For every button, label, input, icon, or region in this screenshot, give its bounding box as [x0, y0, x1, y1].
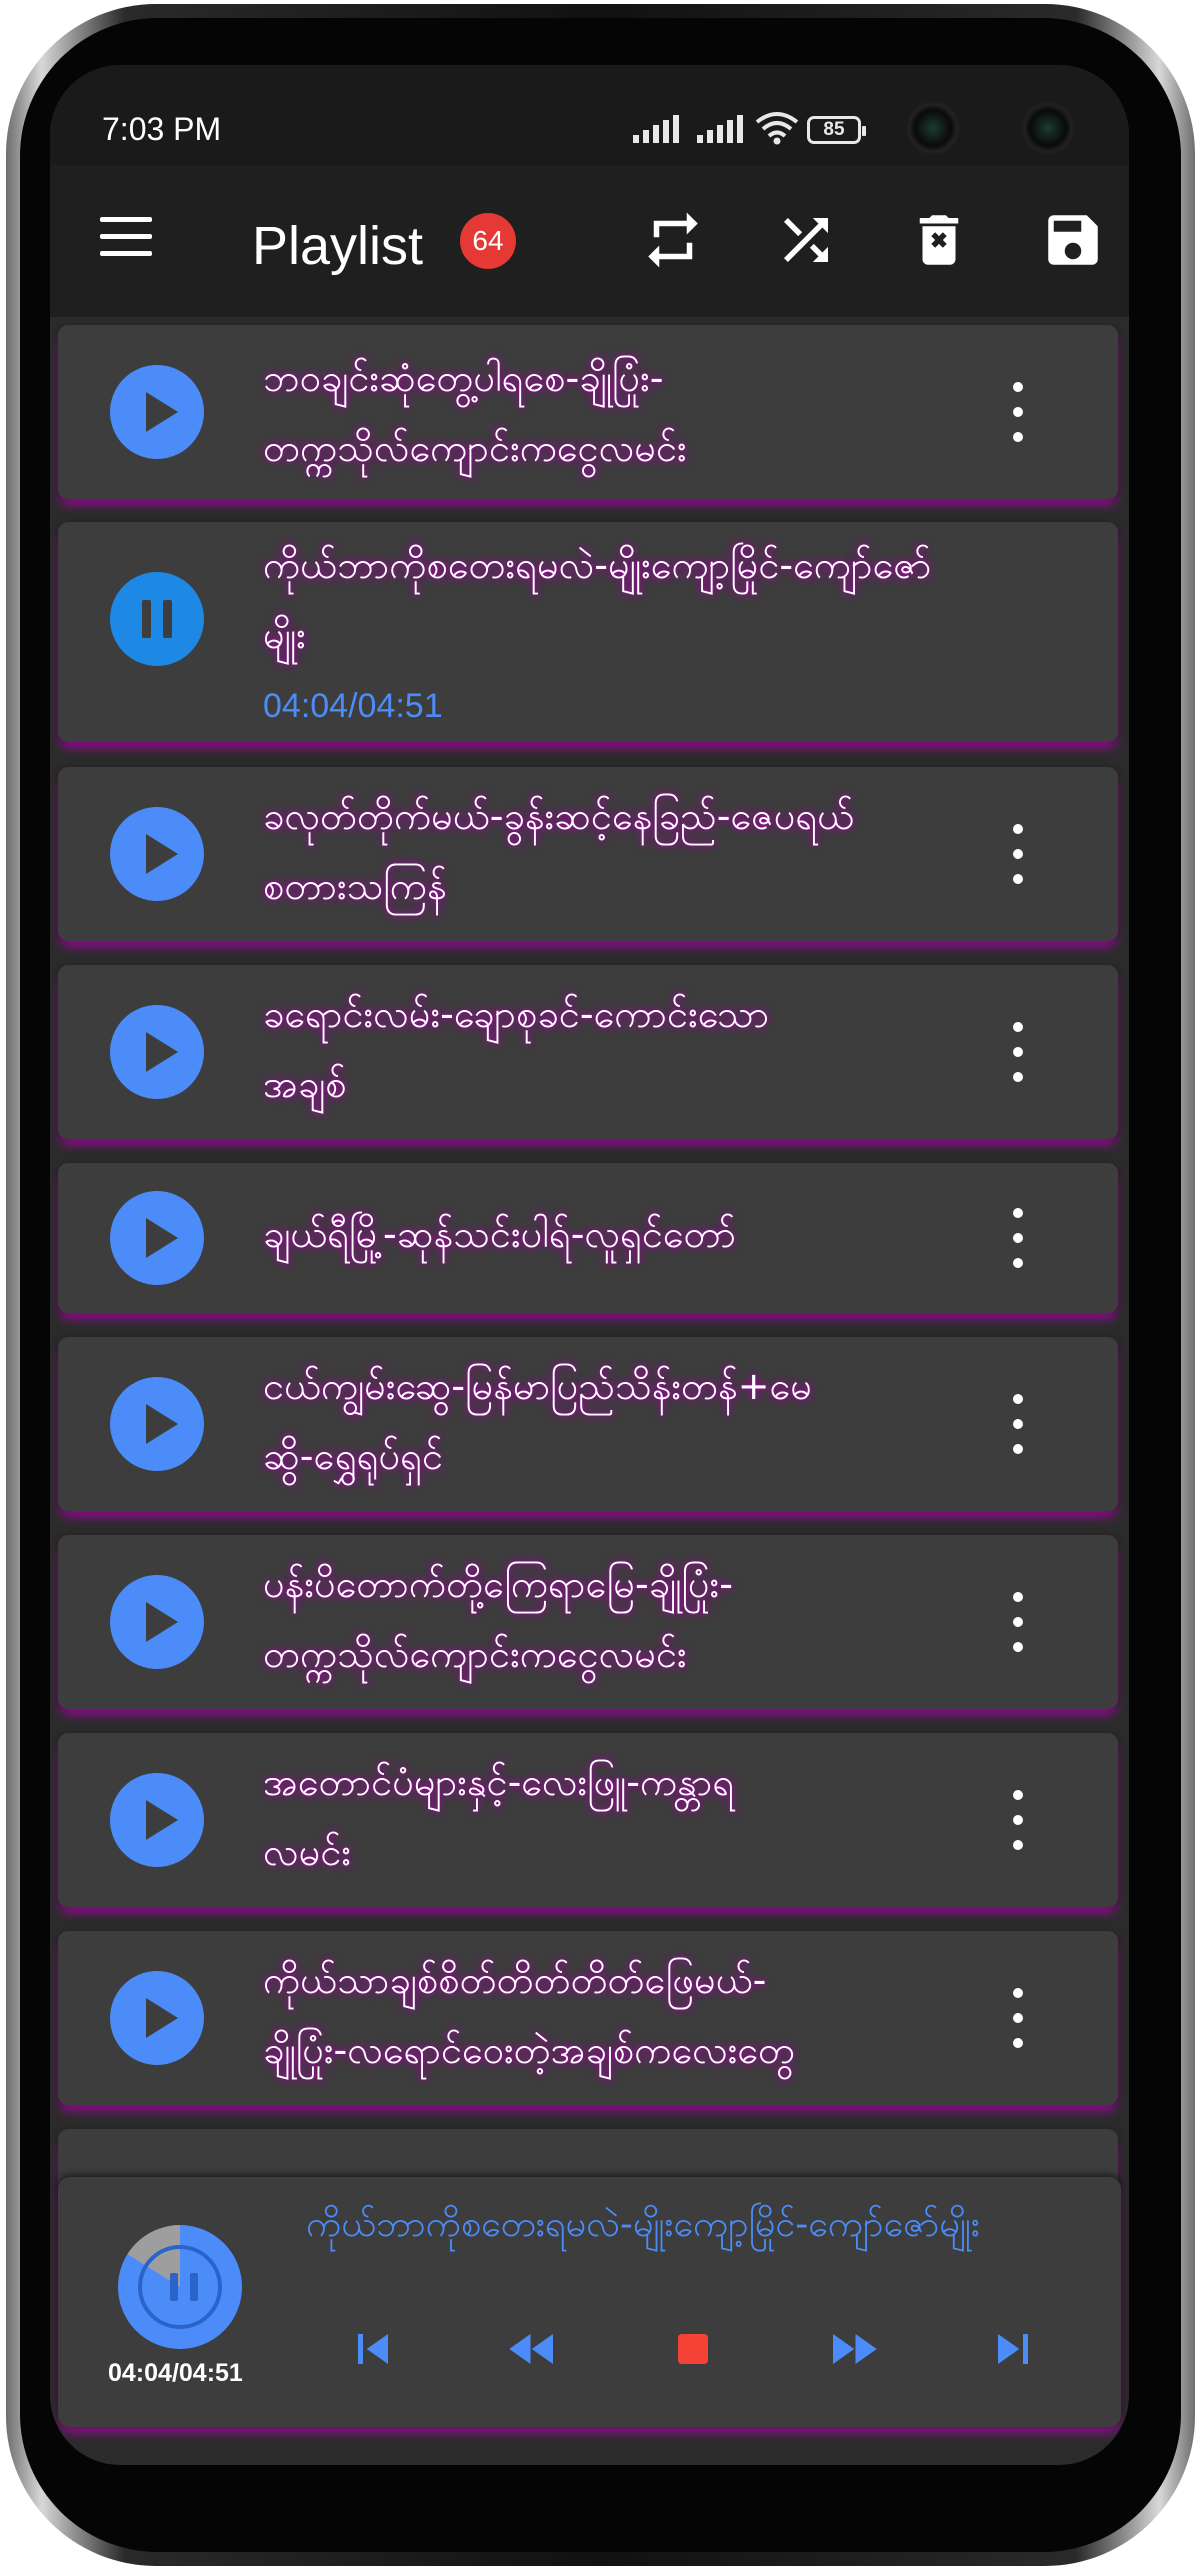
more-options-icon[interactable] — [998, 1208, 1038, 1268]
battery-icon: 85 — [807, 116, 866, 144]
play-icon[interactable] — [110, 1377, 204, 1471]
shuffle-icon[interactable] — [773, 207, 839, 273]
list-item[interactable]: ငယ်ကျွမ်းဆွေ-မြန်မာပြည်သိန်းတန်+မေ ဆွိ-ရ… — [58, 1337, 1118, 1511]
app-screen: 7:03 PM 85 Playlist 64 ဘဝချင်းဆုံတွေ့ပါရ… — [50, 65, 1129, 2465]
song-title-line: အတောင်ပံများနှင့်-လေးဖြူ-ကန္တာရ — [263, 1760, 735, 1804]
play-icon[interactable] — [110, 1971, 204, 2065]
song-title-line: စတားသကြန် — [263, 864, 447, 908]
song-progress-text: 04:04/04:51 — [263, 687, 443, 725]
now-playing-title[interactable]: ကိုယ်ဘာကိုစတေးရမလဲ-မျိုးကျော့မြိုင်-ကျော… — [306, 2195, 1096, 2255]
play-icon[interactable] — [110, 1773, 204, 1867]
signal-icon — [633, 115, 679, 143]
song-title: ပန်းပိတောက်တို့ကြေရာမြေ-ချိုပြုံး- တက္ကသ… — [263, 1549, 983, 1689]
more-options-icon[interactable] — [998, 1394, 1038, 1454]
song-title: ကိုယ်သာချစ်စိတ်တိတ်တိတ်ဖြေမယ်- ချိုပြုံး… — [263, 1945, 983, 2085]
play-icon[interactable] — [110, 365, 204, 459]
song-title: ခလုတ်တိုက်မယ်-ခွန်းဆင့်နေခြည်-ဇေပရယ် စတာ… — [263, 781, 983, 921]
skip-previous-icon[interactable] — [343, 2319, 403, 2379]
song-title-line: ဆွိ-ရွှေရုပ်ရှင် — [263, 1434, 444, 1478]
front-camera — [905, 100, 961, 156]
song-title: အတောင်ပံများနှင့်-လေးဖြူ-ကန္တာရ လမင်း — [263, 1747, 983, 1887]
count-badge: 64 — [460, 213, 516, 269]
song-title-line: ပန်းပိတောက်တို့ကြေရာမြေ-ချိုပြုံး- — [263, 1562, 733, 1606]
song-title: ခရောင်းလမ်း-ချောစုခင်-ကောင်းသော အချစ် — [263, 979, 983, 1119]
app-bar: Playlist 64 — [50, 165, 1129, 317]
status-bar: 7:03 PM 85 — [50, 65, 1129, 165]
song-title-line: တက္ကသိုလ်ကျောင်းကငွေလမင်း — [263, 1632, 687, 1676]
pause-icon[interactable] — [110, 572, 204, 666]
playlist: ဘဝချင်းဆုံတွေ့ပါရစေ-ချိုပြုံး- တက္ကသိုလ်… — [50, 317, 1129, 2197]
list-item[interactable]: ဘဝချင်းဆုံတွေ့ပါရစေ-ချိုပြုံး- တက္ကသိုလ်… — [58, 325, 1118, 499]
wifi-icon — [755, 112, 799, 145]
song-title-line: ကိုယ်ဘာကိုစတေးရမလဲ-မျိုးကျော့မြိုင်-ကျော… — [263, 543, 932, 587]
rewind-icon[interactable] — [503, 2319, 563, 2379]
signal-icon — [697, 115, 743, 143]
song-title-line: လမင်း — [263, 1830, 352, 1874]
skip-next-icon[interactable] — [983, 2319, 1043, 2379]
list-item[interactable]: ချယ်ရီမြို့-ဆုန်သင်းပါရ်-လူရှင်တော် — [58, 1163, 1118, 1313]
song-title: ကိုယ်ဘာကိုစတေးရမလဲ-မျိုးကျော့မြိုင်-ကျော… — [263, 530, 983, 670]
fast-forward-icon[interactable] — [823, 2319, 883, 2379]
more-options-icon[interactable] — [998, 1988, 1038, 2048]
stop-icon[interactable] — [663, 2319, 723, 2379]
song-title-line: အချစ် — [263, 1062, 347, 1106]
more-options-icon[interactable] — [998, 824, 1038, 884]
more-options-icon[interactable] — [998, 1790, 1038, 1850]
song-title-line: ချိုပြုံး-လရောင်ဝေးတဲ့အချစ်ကလေးတွေ — [263, 2028, 796, 2072]
more-options-icon[interactable] — [998, 1592, 1038, 1652]
more-options-icon[interactable] — [998, 1022, 1038, 1082]
song-title: ငယ်ကျွမ်းဆွေ-မြန်မာပြည်သိန်းတန်+မေ ဆွိ-ရ… — [263, 1351, 983, 1491]
now-playing-time: 04:04/04:51 — [108, 2359, 243, 2387]
song-title-line: ချယ်ရီမြို့-ဆုန်သင်းပါရ်-လူရှင်တော် — [263, 1212, 737, 1256]
list-item[interactable]: ခရောင်းလမ်း-ချောစုခင်-ကောင်းသော အချစ် — [58, 965, 1118, 1139]
front-camera — [1020, 100, 1076, 156]
list-item[interactable]: ပန်းပိတောက်တို့ကြေရာမြေ-ချိုပြုံး- တက္ကသ… — [58, 1535, 1118, 1709]
list-item[interactable]: အတောင်ပံများနှင့်-လေးဖြူ-ကန္တာရ လမင်း — [58, 1733, 1118, 1907]
battery-level: 85 — [823, 119, 845, 140]
pause-icon[interactable] — [138, 2245, 222, 2329]
song-title-line: ခရောင်းလမ်း-ချောစုခင်-ကောင်းသော — [263, 992, 770, 1036]
playback-progress-ring[interactable] — [118, 2225, 242, 2349]
play-icon[interactable] — [110, 1575, 204, 1669]
status-time: 7:03 PM — [102, 111, 222, 147]
page-title: Playlist — [252, 216, 424, 276]
save-icon[interactable] — [1040, 207, 1106, 273]
song-title-line: တက္ကသိုလ်ကျောင်းကငွေလမင်း — [263, 426, 687, 470]
play-icon[interactable] — [110, 1005, 204, 1099]
list-item[interactable]: ကိုယ်သာချစ်စိတ်တိတ်တိတ်ဖြေမယ်- ချိုပြုံး… — [58, 1931, 1118, 2105]
song-title-line: မျိုး — [263, 613, 306, 657]
repeat-icon[interactable] — [640, 207, 706, 273]
play-icon[interactable] — [110, 1191, 204, 1285]
song-title: ချယ်ရီမြို့-ဆုန်သင်းပါရ်-လူရှင်တော် — [263, 1199, 983, 1269]
song-title-line: ကိုယ်သာချစ်စိတ်တိတ်တိတ်ဖြေမယ်- — [263, 1958, 767, 2002]
delete-icon[interactable] — [906, 207, 972, 273]
song-title-line: ဘဝချင်းဆုံတွေ့ပါရစေ-ချိုပြုံး- — [263, 356, 664, 400]
mini-player: ကိုယ်ဘာကိုစတေးရမလဲ-မျိုးကျော့မြိုင်-ကျော… — [58, 2177, 1121, 2427]
song-title-line: ငယ်ကျွမ်းဆွေ-မြန်မာပြည်သိန်းတန်+မေ — [263, 1364, 812, 1408]
menu-icon[interactable] — [100, 217, 152, 257]
more-options-icon[interactable] — [998, 382, 1038, 442]
list-item[interactable]: ကိုယ်ဘာကိုစတေးရမလဲ-မျိုးကျော့မြိုင်-ကျော… — [58, 522, 1118, 742]
song-title: ဘဝချင်းဆုံတွေ့ပါရစေ-ချိုပြုံး- တက္ကသိုလ်… — [263, 343, 983, 483]
list-item[interactable]: ခလုတ်တိုက်မယ်-ခွန်းဆင့်နေခြည်-ဇေပရယ် စတာ… — [58, 767, 1118, 941]
song-title-line: ခလုတ်တိုက်မယ်-ခွန်းဆင့်နေခြည်-ဇေပရယ် — [263, 794, 855, 838]
play-icon[interactable] — [110, 807, 204, 901]
